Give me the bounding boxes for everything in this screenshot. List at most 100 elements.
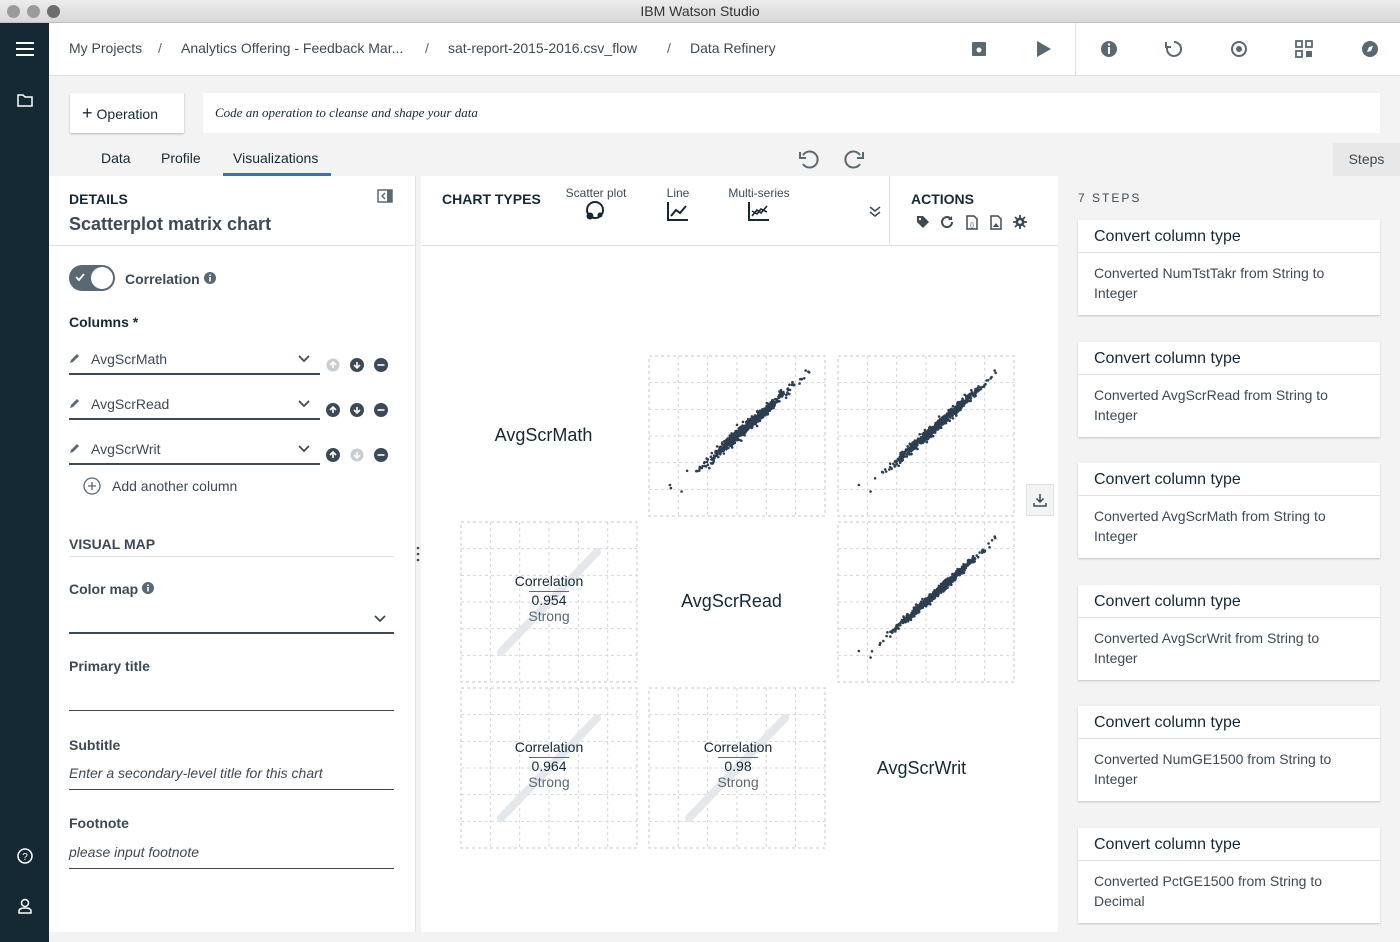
step-card[interactable]: Convert column type Converted AvgScrRead… [1078, 342, 1380, 437]
scatter-point [710, 451, 714, 455]
scatter-point [706, 458, 710, 461]
scatter-point [913, 611, 917, 615]
help-icon[interactable]: ? [0, 836, 49, 876]
scatter-point [755, 415, 759, 418]
pencil-icon[interactable] [69, 352, 81, 364]
history-icon[interactable] [1164, 39, 1184, 59]
chevron-down-icon[interactable] [298, 355, 310, 363]
undo-icon[interactable] [797, 147, 821, 171]
scatter-point [753, 420, 756, 424]
tab-visualizations[interactable]: Visualizations [233, 150, 318, 166]
move-down-icon[interactable] [350, 358, 364, 372]
color-map-select[interactable] [69, 608, 394, 632]
move-down-icon[interactable] [350, 403, 364, 417]
breadcrumb-data-refinery: Data Refinery [690, 40, 776, 56]
user-profile-icon[interactable] [0, 886, 49, 926]
subtitle-input[interactable]: Enter a secondary-level title for this c… [69, 765, 394, 789]
scatter-point [973, 392, 977, 396]
scatter-point [924, 433, 927, 436]
grid-view-icon[interactable] [1294, 39, 1314, 59]
column-select-value[interactable]: AvgScrRead [91, 396, 169, 412]
primary-title-input[interactable] [69, 684, 394, 710]
remove-column-icon[interactable] [374, 358, 388, 372]
scatter-point [957, 407, 961, 410]
toolbar-divider [1075, 23, 1076, 76]
column-select-underline [69, 418, 320, 420]
expand-chart-types-icon[interactable] [869, 205, 881, 217]
scatter-point [927, 600, 930, 603]
remove-column-icon[interactable] [374, 403, 388, 417]
scatter-point [927, 433, 931, 436]
subtitle-underline [69, 789, 394, 790]
footnote-label: Footnote [69, 815, 129, 831]
chart-type-scatter[interactable]: Scatter plot [561, 186, 631, 227]
scatter-point [760, 414, 763, 417]
download-chart-button[interactable] [1026, 484, 1054, 516]
scatter-point [749, 417, 752, 421]
footnote-input[interactable]: please input footnote [69, 844, 394, 868]
pencil-icon[interactable] [69, 442, 81, 454]
add-operation-button[interactable]: + Operation [70, 93, 184, 133]
step-card[interactable]: Convert column type Converted AvgScrWrit… [1078, 585, 1380, 680]
refresh-settings-icon[interactable] [1229, 39, 1249, 59]
remove-column-icon[interactable] [374, 448, 388, 462]
settings-gear-icon[interactable] [1013, 215, 1027, 229]
scatter-point [927, 595, 931, 598]
collapse-panel-icon[interactable] [377, 189, 393, 203]
scatter-point [987, 542, 990, 545]
move-up-icon[interactable] [326, 403, 340, 417]
toolbar-divider [889, 176, 890, 246]
scatter-point [736, 431, 739, 434]
breadcrumb-project[interactable]: Analytics Offering - Feedback Mar... [181, 40, 403, 56]
move-up-icon[interactable] [326, 448, 340, 462]
refresh-icon[interactable] [940, 215, 954, 229]
chevron-down-icon[interactable] [298, 445, 310, 453]
columns-label: Columns * [69, 314, 139, 330]
scatter-point [762, 408, 766, 412]
folder-icon[interactable] [0, 81, 49, 121]
close-window-button[interactable] [7, 5, 20, 18]
scatter-point [896, 626, 899, 629]
redo-icon[interactable] [842, 147, 866, 171]
run-flow-icon[interactable] [1033, 39, 1053, 59]
breadcrumb-my-projects[interactable]: My Projects [69, 40, 142, 56]
step-card[interactable]: Convert column type Converted NumTstTakr… [1078, 220, 1380, 315]
zoom-window-button[interactable] [47, 5, 60, 18]
export-code-icon[interactable]: {} [965, 215, 979, 230]
matrix-variable-label: AvgScrWrit [876, 758, 967, 778]
correlation-toggle[interactable] [69, 265, 115, 291]
scatter-point [892, 462, 895, 466]
chart-type-multi-series[interactable]: Multi-series [721, 186, 797, 227]
scatter-point [994, 371, 997, 375]
scatter-point [773, 404, 776, 408]
hamburger-menu-icon[interactable] [0, 29, 49, 69]
minimize-window-button[interactable] [27, 5, 40, 18]
info-icon[interactable] [204, 272, 216, 284]
scatter-point [857, 483, 861, 487]
scatter-point [782, 392, 786, 396]
scatter-point [778, 391, 782, 394]
breadcrumb-separator: / [158, 40, 162, 56]
tab-profile[interactable]: Profile [161, 150, 201, 166]
compass-icon[interactable] [1360, 39, 1380, 59]
step-card[interactable]: Convert column type Converted NumGE1500 … [1078, 706, 1380, 801]
chevron-down-icon[interactable] [298, 400, 310, 408]
export-image-icon[interactable] [989, 215, 1003, 230]
breadcrumb-flow[interactable]: sat-report-2015-2016.csv_flow [448, 40, 637, 56]
tag-icon[interactable] [916, 215, 930, 229]
step-card[interactable]: Convert column type Converted AvgScrMath… [1078, 463, 1380, 558]
scatter-point [888, 468, 891, 471]
column-select-value[interactable]: AvgScrMath [91, 351, 167, 367]
pencil-icon[interactable] [69, 397, 81, 409]
column-select-value[interactable]: AvgScrWrit [91, 441, 161, 457]
scatter-point [951, 404, 955, 408]
chart-type-line[interactable]: Line [653, 186, 703, 227]
info-icon[interactable] [1099, 39, 1119, 59]
steps-tab[interactable]: Steps [1333, 143, 1400, 176]
tab-data[interactable]: Data [101, 150, 131, 166]
step-card[interactable]: Convert column type Converted PctGE1500 … [1078, 828, 1380, 923]
step-title: Convert column type [1078, 585, 1380, 618]
info-icon[interactable] [142, 582, 154, 594]
save-flow-icon[interactable] [969, 39, 989, 59]
code-operation-input[interactable]: Code an operation to cleanse and shape y… [203, 93, 1380, 133]
